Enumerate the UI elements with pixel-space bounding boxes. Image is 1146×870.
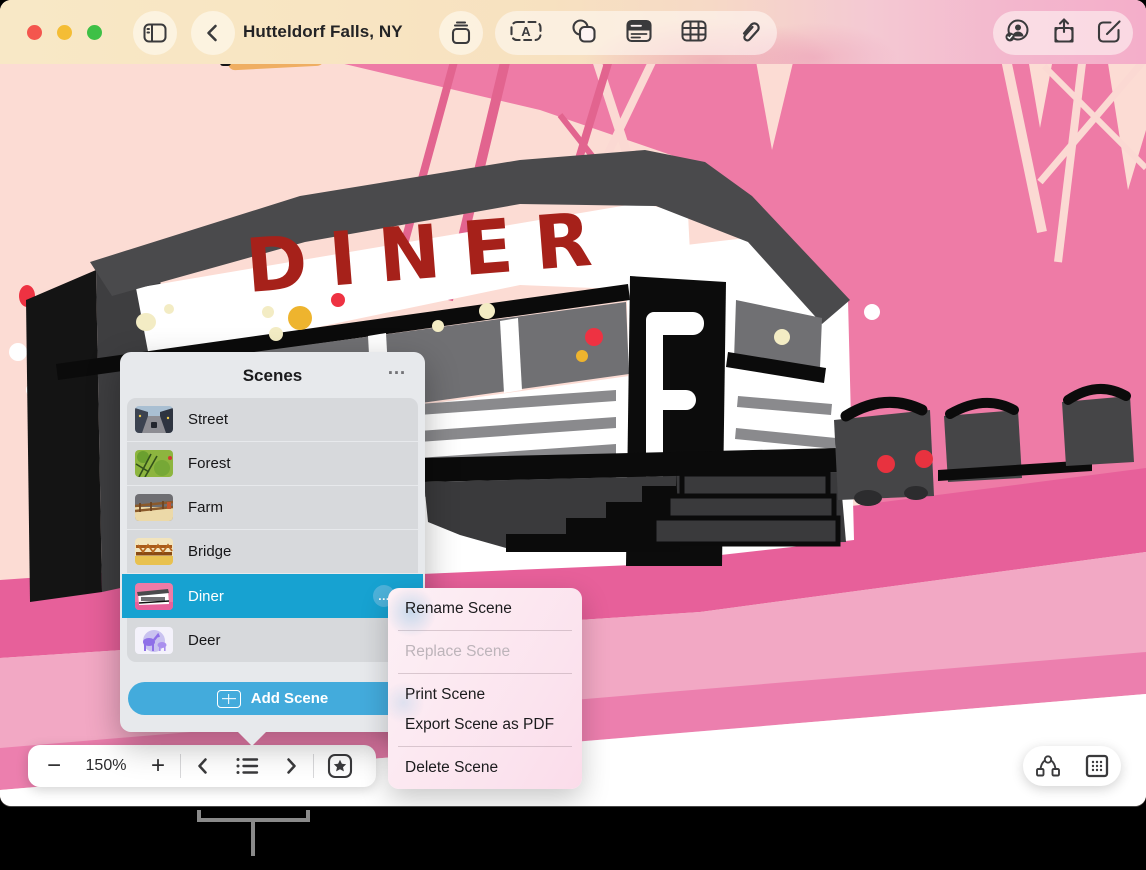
- attachment-icon: [736, 18, 762, 44]
- collaborate-icon: [1003, 18, 1031, 44]
- sidebar-toggle-button[interactable]: [133, 11, 177, 55]
- scene-label: Deer: [188, 632, 221, 649]
- scene-label: Bridge: [188, 543, 231, 560]
- text-box-button[interactable]: A: [510, 19, 542, 48]
- scene-label: Forest: [188, 455, 231, 472]
- forest-thumbnail: [135, 450, 173, 477]
- menu-item-export-scene-pdf[interactable]: Export Scene as PDF: [388, 710, 582, 740]
- zoom-in-button[interactable]: +: [136, 745, 180, 787]
- insert-toolbar: A: [495, 11, 777, 55]
- window-actions-toolbar: [993, 11, 1133, 55]
- scenes-panel: Scenes … Street Forest Farm: [120, 352, 425, 732]
- minimize-button[interactable]: [57, 25, 72, 40]
- connect-button[interactable]: [1028, 745, 1068, 787]
- app-window: DINER Hutteldorf Falls, NY: [0, 0, 1146, 806]
- svg-text:A: A: [521, 24, 531, 39]
- scene-row-forest[interactable]: Forest: [127, 442, 418, 486]
- scene-list-button[interactable]: [225, 745, 269, 787]
- collaborate-button[interactable]: [1003, 18, 1031, 49]
- menu-separator: [398, 630, 572, 631]
- scene-label: Diner: [188, 588, 224, 605]
- street-thumbnail: [135, 406, 173, 433]
- compose-icon: [1097, 18, 1123, 44]
- grid-button[interactable]: [1077, 745, 1117, 787]
- back-chevron-icon: [203, 22, 223, 44]
- scene-list-icon: [235, 756, 259, 776]
- window-title: Hutteldorf Falls, NY: [243, 0, 403, 64]
- sticky-note-icon: [626, 19, 652, 43]
- scene-row-diner[interactable]: Diner …: [122, 574, 423, 618]
- scene-row-deer[interactable]: Deer: [127, 618, 418, 662]
- minus-icon: −: [47, 754, 61, 778]
- zoom-level: 150%: [76, 757, 136, 775]
- title-bar: Hutteldorf Falls, NY A: [0, 0, 1146, 64]
- menu-item-print-scene[interactable]: Print Scene: [388, 680, 582, 710]
- view-options-bar: [1023, 746, 1121, 786]
- scene-row-farm[interactable]: Farm: [127, 486, 418, 530]
- zoom-window-button[interactable]: [87, 25, 102, 40]
- attachment-button[interactable]: [736, 18, 762, 49]
- sidebar-icon: [143, 22, 167, 44]
- scene-label: Farm: [188, 499, 223, 516]
- table-icon: [681, 20, 707, 42]
- scene-row-street[interactable]: Street: [127, 398, 418, 442]
- plus-icon: +: [151, 754, 165, 778]
- menu-item-delete-scene[interactable]: Delete Scene: [388, 753, 582, 783]
- bridge-thumbnail: [135, 538, 173, 565]
- compose-button[interactable]: [1097, 18, 1123, 49]
- callout-bracket-tick-left: [197, 810, 201, 822]
- shapes-icon: [571, 18, 597, 44]
- grid-icon: [1085, 754, 1109, 778]
- scene-label: Street: [188, 411, 228, 428]
- callout-bracket-tick-right: [306, 810, 310, 822]
- scene-context-menu: Rename Scene Replace Scene Print Scene E…: [388, 588, 582, 789]
- text-box-icon: A: [510, 19, 542, 43]
- scenes-panel-more-button[interactable]: …: [387, 358, 407, 380]
- canvas-controls-bar: − 150% +: [28, 745, 376, 787]
- starred-boards-button[interactable]: [314, 745, 366, 787]
- scene-stack-button[interactable]: [439, 11, 483, 55]
- next-scene-button[interactable]: [269, 745, 313, 787]
- diner-thumbnail: [135, 583, 173, 610]
- shapes-button[interactable]: [571, 18, 597, 49]
- menu-separator: [398, 746, 572, 747]
- deer-thumbnail: [135, 627, 173, 654]
- add-scene-button[interactable]: Add Scene: [128, 682, 417, 715]
- scene-stack-icon: [448, 20, 474, 46]
- add-plus-icon: [217, 690, 241, 708]
- menu-item-replace-scene: Replace Scene: [388, 637, 582, 667]
- scene-row-bridge[interactable]: Bridge: [127, 530, 418, 574]
- scenes-panel-title: Scenes: [120, 352, 425, 400]
- farm-thumbnail: [135, 494, 173, 521]
- callout-bracket-stem: [251, 818, 255, 856]
- sticky-note-button[interactable]: [626, 19, 652, 48]
- menu-item-rename-scene[interactable]: Rename Scene: [388, 594, 582, 624]
- zoom-out-button[interactable]: −: [32, 745, 76, 787]
- previous-scene-button[interactable]: [181, 745, 225, 787]
- share-icon: [1052, 17, 1076, 45]
- connect-diagram-icon: [1034, 754, 1062, 778]
- scene-list: Street Forest Farm Bridge: [127, 398, 418, 662]
- chevron-left-icon: [194, 756, 212, 776]
- starred-board-icon: [327, 753, 353, 779]
- share-button[interactable]: [1052, 17, 1076, 50]
- back-button[interactable]: [191, 11, 235, 55]
- close-button[interactable]: [27, 25, 42, 40]
- scenes-panel-header: Scenes …: [120, 352, 425, 398]
- chevron-right-icon: [282, 756, 300, 776]
- add-scene-label: Add Scene: [251, 690, 329, 707]
- menu-separator: [398, 673, 572, 674]
- table-button[interactable]: [681, 20, 707, 47]
